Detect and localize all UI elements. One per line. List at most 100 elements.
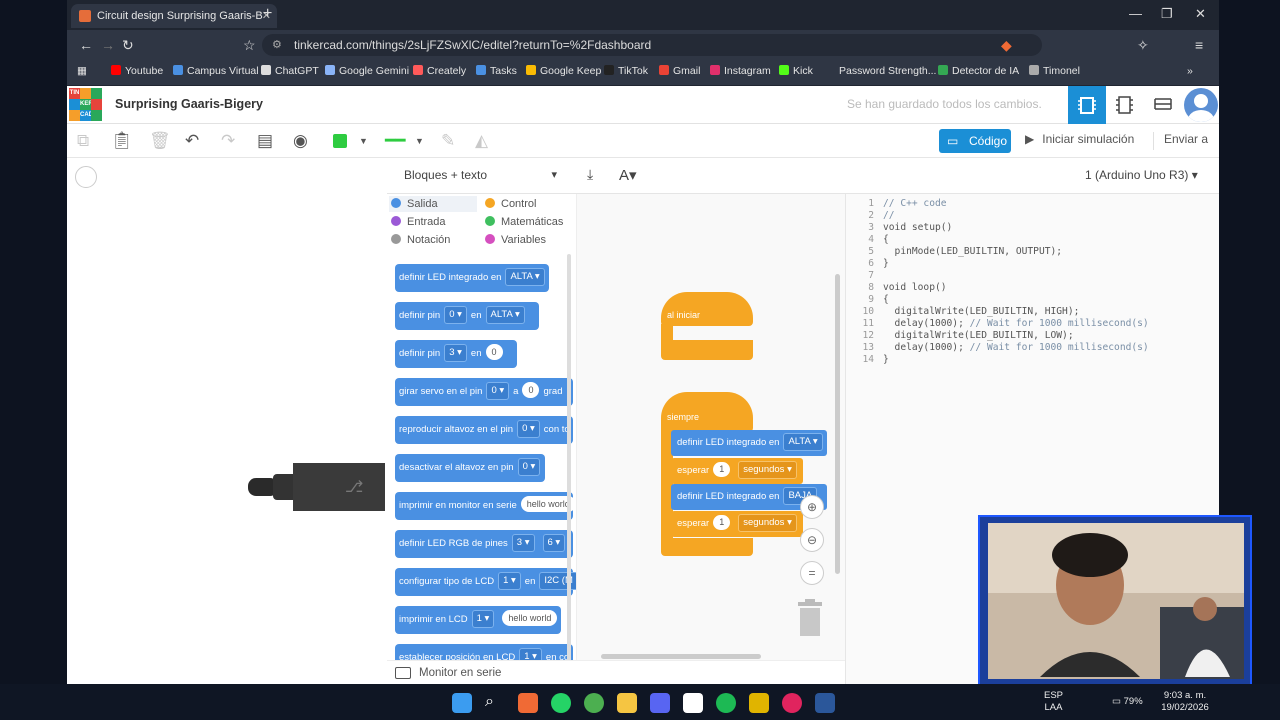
site-info-icon[interactable]: ⚙ (272, 34, 282, 56)
canvas-block-led-high[interactable]: definir LED integrado en ALTA ▾ (671, 430, 827, 456)
palette-block-speaker[interactable]: reproducir altavoz en el pin 0 ▾ con to (395, 416, 573, 444)
code-line[interactable]: digitalWrite(LED_BUILTIN, LOW); (883, 330, 1074, 341)
category-input[interactable]: Entrada (391, 216, 446, 228)
bookmark-item[interactable]: Detector de IA (938, 65, 1019, 77)
search-icon[interactable]: ⌕ (485, 693, 505, 713)
palette-block-serial-print[interactable]: imprimir en monitor en serie hello world (395, 492, 576, 520)
spotify-icon[interactable] (716, 693, 736, 713)
bookmark-item[interactable]: Creately (413, 65, 466, 77)
code-line[interactable]: { (883, 294, 889, 305)
circuit-view-button[interactable] (1068, 86, 1106, 124)
word-icon[interactable] (815, 693, 835, 713)
component-list-button[interactable] (1144, 86, 1182, 124)
code-line[interactable]: delay(1000); // Wait for 1000 millisecon… (883, 318, 1149, 329)
visibility-icon[interactable]: ◉ (293, 131, 308, 151)
code-line[interactable]: // (883, 210, 895, 221)
whatsapp-icon[interactable] (551, 693, 571, 713)
code-line[interactable]: } (883, 258, 889, 269)
discord-icon[interactable] (650, 693, 670, 713)
device-dropdown[interactable]: 1 (Arduino Uno R3) ▾ (1085, 168, 1198, 182)
palette-block-set-pin-value[interactable]: definir pin 3 ▾ en 0 (395, 340, 517, 368)
code-button[interactable]: ▭ Código (939, 129, 1011, 153)
bookmark-item[interactable]: Timonel (1029, 65, 1080, 77)
bookmark-item[interactable]: Kick (779, 65, 813, 77)
schematic-view-button[interactable] (1106, 86, 1144, 124)
bookmark-icon[interactable]: ☆ (243, 37, 256, 54)
app-icon[interactable] (749, 693, 769, 713)
category-control[interactable]: Control (485, 198, 536, 210)
close-window-icon[interactable]: ✕ (1195, 6, 1206, 22)
color-swatch[interactable] (333, 134, 347, 148)
browser-tab[interactable]: Circuit design Surprising Gaaris-B ✕ (71, 4, 277, 28)
bookmark-item[interactable]: Tasks (476, 65, 517, 77)
new-tab-button[interactable]: + (263, 5, 272, 23)
start-simulation-button[interactable]: ▶ Iniciar simulación (1025, 132, 1134, 146)
back-icon[interactable]: ← (79, 37, 93, 53)
forward-icon[interactable]: → (101, 37, 115, 53)
delete-icon[interactable]: 🗑︎ (149, 131, 171, 151)
brave-shield-icon[interactable]: ◆ (1001, 37, 1012, 54)
wire-dropdown-icon[interactable]: ▼ (415, 131, 424, 151)
tinkercad-logo[interactable]: TIN KER CAD (69, 88, 102, 121)
bookmark-item[interactable]: Password Strength... (839, 65, 936, 77)
category-math[interactable]: Matemáticas (485, 216, 563, 228)
palette-block-servo[interactable]: girar servo en el pin 0 ▾ a 0 grad (395, 378, 573, 406)
code-line[interactable]: pinMode(LED_BUILTIN, OUTPUT); (883, 246, 1063, 257)
brave-icon[interactable] (518, 693, 538, 713)
code-mode-dropdown[interactable]: Bloques + texto (397, 163, 565, 187)
reload-icon[interactable]: ↻ (122, 37, 134, 54)
bookmark-item[interactable]: Youtube (111, 65, 163, 77)
zoom-in-icon[interactable]: ⊕ (800, 495, 824, 519)
url-field[interactable]: ⚙ tinkercad.com/things/2sLjFZSwXlC/edite… (262, 34, 1042, 56)
palette-block-lcd-type[interactable]: configurar tipo de LCD 1 ▾ en I2C (M (395, 568, 576, 596)
code-line[interactable]: void setup() (883, 222, 952, 233)
palette-scrollbar[interactable] (567, 254, 571, 674)
user-avatar[interactable] (1184, 88, 1218, 122)
bookmark-item[interactable]: Google Gemini (325, 65, 409, 77)
start-icon[interactable] (452, 693, 472, 713)
send-to-button[interactable]: Enviar a (1153, 132, 1208, 150)
font-size-icon[interactable]: A▾ (619, 166, 637, 184)
color-dropdown-icon[interactable]: ▼ (359, 131, 368, 151)
flip-icon[interactable]: ◭ (475, 131, 488, 151)
bookmark-item[interactable]: TikTok (604, 65, 648, 77)
category-output[interactable]: Salida (391, 198, 438, 210)
canvas-scrollbar-v[interactable] (835, 274, 840, 574)
apps-icon[interactable]: ▦ (77, 65, 87, 77)
code-line[interactable]: // C++ code (883, 198, 947, 209)
fit-view-icon[interactable] (75, 166, 97, 188)
project-title[interactable]: Surprising Gaaris-Bigery (115, 97, 263, 111)
maximize-icon[interactable]: ❐ (1161, 6, 1173, 22)
palette-block-lcd-print[interactable]: imprimir en LCD 1 ▾ hello world (395, 606, 561, 634)
bookmark-item[interactable]: Instagram (710, 65, 771, 77)
bookmark-item[interactable]: Gmail (659, 65, 700, 77)
clock[interactable]: 9:03 a. m. 19/02/2026 (1150, 690, 1220, 714)
explorer-icon[interactable] (617, 693, 637, 713)
undo-icon[interactable]: ↶ (185, 131, 199, 151)
chrome-icon[interactable] (584, 693, 604, 713)
paste-icon[interactable]: 📋︎ (111, 131, 133, 151)
rotate-icon[interactable]: ✎ (441, 131, 455, 151)
palette-block-set-pin[interactable]: definir pin 0 ▾ en ALTA ▾ (395, 302, 539, 330)
circuit-workspace[interactable]: ⎇ (67, 158, 387, 684)
palette-block-led-builtin[interactable]: definir LED integrado en ALTA ▾ (395, 264, 549, 292)
redo-icon[interactable]: ↷ (221, 131, 235, 151)
on-start-hat[interactable]: al iniciar (661, 292, 753, 326)
menu-icon[interactable]: ≡ (1195, 37, 1203, 53)
code-line[interactable]: { (883, 234, 889, 245)
minimize-icon[interactable]: — (1129, 6, 1142, 21)
media-icon[interactable] (782, 693, 802, 713)
category-notation[interactable]: Notación (391, 234, 450, 246)
battery-indicator[interactable]: ▭ 79% (1112, 696, 1143, 707)
code-line[interactable]: void loop() (883, 282, 947, 293)
zoom-out-icon[interactable]: ⊖ (800, 528, 824, 552)
canvas-block-wait-2[interactable]: esperar 1 segundos ▾ (671, 511, 803, 537)
zoom-reset-icon[interactable]: = (800, 561, 824, 585)
trash-icon[interactable] (795, 598, 825, 638)
copy-icon[interactable]: ⧉ (77, 131, 89, 151)
notepad-icon[interactable] (683, 693, 703, 713)
code-line[interactable]: } (883, 354, 889, 365)
wire-type-icon[interactable]: ━━ (385, 131, 405, 151)
bookmark-item[interactable]: Google Keep (526, 65, 601, 77)
download-icon[interactable]: ⤓ (587, 166, 593, 183)
